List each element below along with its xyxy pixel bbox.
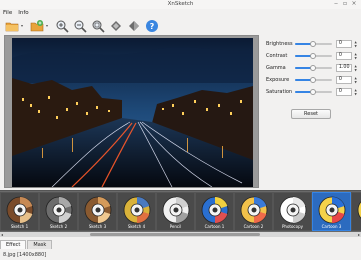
effect-preview-icon [123, 196, 151, 224]
exposure-slider[interactable] [294, 76, 332, 84]
help-icon: ? [145, 19, 158, 32]
svg-text:?: ? [149, 22, 154, 31]
saturation-row: Saturation 0 ▲ ▼ [266, 87, 358, 97]
zoom-out-button[interactable] [71, 18, 88, 33]
image-preview-area[interactable] [4, 35, 259, 188]
saturation-slider[interactable] [294, 88, 332, 96]
effect-label: Sketch 4 [127, 224, 146, 229]
gamma-spin-buttons[interactable]: ▲ ▼ [353, 64, 358, 72]
contrast-label: Contrast [266, 53, 288, 59]
effect-preview-icon [279, 196, 307, 224]
effect-preview-icon [318, 196, 346, 224]
effects-strip: Sketch 1 Sketch 2 Sketch 3 Sketch 4 Pencil Ca… [0, 190, 361, 235]
effect-label: Pencil [169, 224, 182, 229]
effects-list: Sketch 1 Sketch 2 Sketch 3 Sketch 4 Pencil Ca… [0, 192, 361, 233]
effect-preview-icon [357, 201, 361, 219]
rotate-left-button[interactable] [107, 18, 124, 33]
title-bar: XnSketch ‒ ▫ × [0, 0, 361, 9]
effect-thumbnail[interactable]: Pencil 2 [351, 192, 361, 231]
help-button[interactable]: ? [143, 18, 160, 33]
effect-thumbnail[interactable]: Cartoon 3 [312, 192, 351, 231]
effect-label: Cartoon 3 [321, 224, 342, 229]
effect-label: Cartoon 1 [204, 224, 225, 229]
effect-preview-icon [240, 196, 268, 224]
zoom-in-icon [56, 20, 69, 33]
effect-thumbnail[interactable]: Sketch 2 [39, 192, 78, 231]
scroll-right-icon[interactable]: ▸ [358, 232, 360, 237]
effect-label: Photocopy [282, 224, 303, 229]
saturation-spin-buttons[interactable]: ▲ ▼ [353, 88, 358, 96]
saturation-input[interactable]: 0 [335, 88, 353, 96]
brightness-slider[interactable] [294, 40, 332, 48]
minimize-icon[interactable]: ‒ [333, 1, 339, 7]
effect-preview-icon [201, 196, 229, 224]
close-icon[interactable]: × [351, 1, 357, 7]
tab-mask[interactable]: Mask [27, 240, 53, 249]
save-button[interactable] [28, 18, 45, 33]
contrast-row: Contrast 0 ▲ ▼ [266, 51, 358, 61]
gamma-input[interactable]: 1.00 [335, 64, 353, 72]
rotate-right-button[interactable] [125, 18, 142, 33]
window-controls: ‒ ▫ × [333, 1, 357, 7]
menu-bar: File Info [0, 9, 361, 17]
maximize-icon[interactable]: ▫ [342, 1, 348, 7]
exposure-input[interactable]: 0 [335, 76, 353, 84]
menu-file[interactable]: File [3, 9, 12, 17]
contrast-slider[interactable] [294, 52, 332, 60]
toolbar: ▾ ▾ ? [0, 17, 361, 34]
zoom-fit-icon [92, 20, 105, 33]
gamma-row: Gamma 1.00 ▲ ▼ [266, 63, 358, 73]
save-icon [30, 19, 43, 31]
scrollbar-thumb[interactable] [90, 233, 260, 236]
effect-preview-icon [84, 196, 112, 224]
reset-button[interactable]: Reset [291, 109, 331, 119]
effect-preview-icon [162, 196, 190, 224]
effect-preview-icon [45, 196, 73, 224]
effect-label: Pencil 2 [352, 224, 361, 229]
effect-label: Cartoon 2 [243, 224, 264, 229]
effect-label: Sketch 2 [49, 224, 68, 229]
contrast-spin-buttons[interactable]: ▲ ▼ [353, 52, 358, 60]
effect-label: Sketch 1 [10, 224, 29, 229]
scroll-left-icon[interactable]: ◂ [1, 232, 3, 237]
gamma-label: Gamma [266, 65, 286, 71]
tab-effect[interactable]: Effect [0, 240, 27, 249]
effect-preview-icon [6, 196, 34, 224]
effect-label: Sketch 3 [88, 224, 107, 229]
zoom-out-icon [74, 20, 87, 33]
save-dropdown-icon[interactable]: ▾ [46, 23, 50, 28]
effect-thumbnail[interactable]: Pencil [156, 192, 195, 231]
brightness-input[interactable]: 0 [335, 40, 353, 48]
rotate-left-icon [110, 20, 121, 31]
brightness-spin-buttons[interactable]: ▲ ▼ [353, 40, 358, 48]
window-title: XnSketch [167, 1, 194, 7]
menu-info[interactable]: Info [18, 9, 28, 17]
open-dropdown-icon[interactable]: ▾ [21, 23, 25, 28]
preview-image [12, 38, 253, 187]
open-folder-icon [5, 22, 18, 31]
brightness-row: Brightness 0 ▲ ▼ [266, 39, 358, 49]
effect-thumbnail[interactable]: Sketch 1 [0, 192, 39, 231]
rotate-right-icon [128, 20, 139, 31]
brightness-label: Brightness [266, 41, 293, 47]
zoom-fit-button[interactable] [89, 18, 106, 33]
adjustments-panel: Brightness 0 ▲ ▼ Contrast 0 ▲ ▼ Gamma 1.00… [262, 35, 357, 188]
zoom-in-button[interactable] [53, 18, 70, 33]
effect-thumbnail[interactable]: Cartoon 1 [195, 192, 234, 231]
status-text: 8.jpg [1400x880] [3, 252, 47, 258]
gamma-slider[interactable] [294, 64, 332, 72]
effect-thumbnail[interactable]: Sketch 3 [78, 192, 117, 231]
contrast-input[interactable]: 0 [335, 52, 353, 60]
effect-thumbnail[interactable]: Photocopy [273, 192, 312, 231]
effect-thumbnail[interactable]: Sketch 4 [117, 192, 156, 231]
exposure-label: Exposure [266, 77, 290, 83]
open-button[interactable] [3, 18, 20, 33]
effects-scrollbar[interactable]: ◂ ▸ [0, 232, 361, 237]
effect-thumbnail[interactable]: Cartoon 2 [234, 192, 273, 231]
exposure-spin-buttons[interactable]: ▲ ▼ [353, 76, 358, 84]
exposure-row: Exposure 0 ▲ ▼ [266, 75, 358, 85]
saturation-label: Saturation [266, 89, 293, 95]
tab-bar: Effect Mask [0, 240, 53, 249]
